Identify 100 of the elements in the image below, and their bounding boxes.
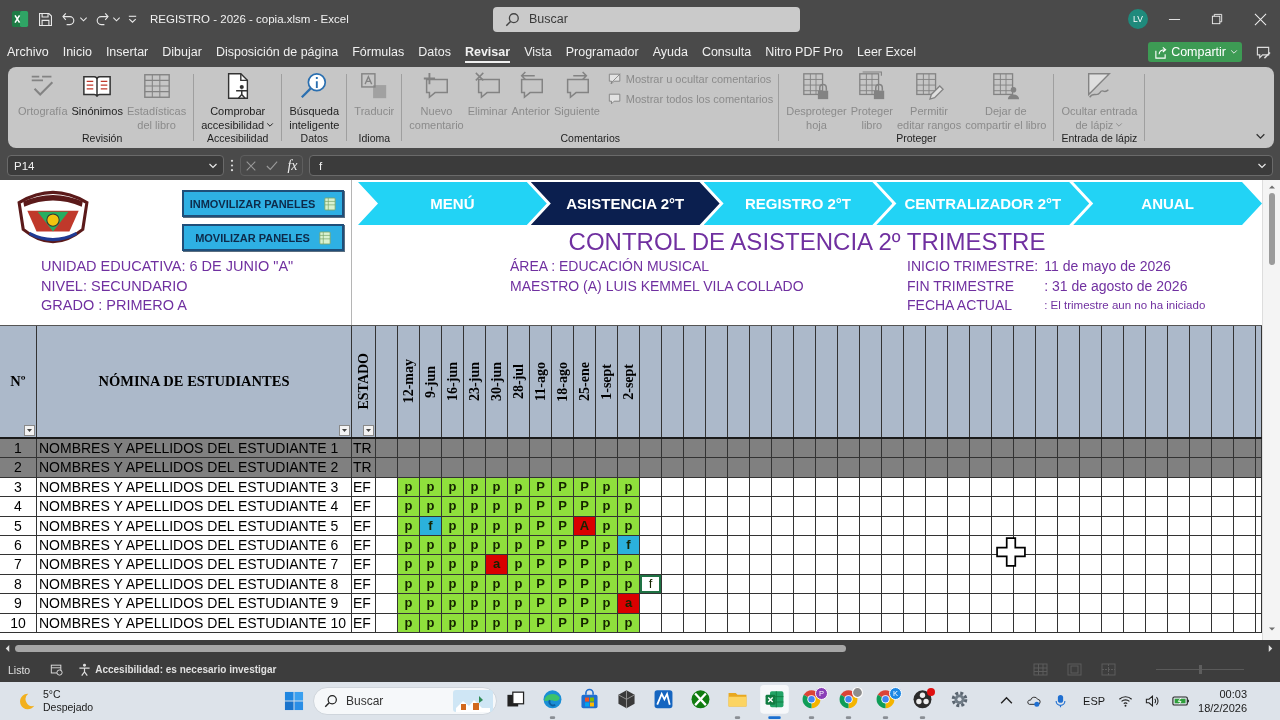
scrollbar-thumb[interactable]: [15, 645, 846, 652]
menu-tab[interactable]: Fórmulas: [352, 41, 405, 63]
attendance-cell[interactable]: p: [420, 555, 442, 574]
account-avatar[interactable]: LV: [1128, 9, 1148, 29]
panel-button[interactable]: INMOVILIZAR PANELES: [182, 190, 344, 217]
more-options-icon[interactable]: [230, 159, 234, 172]
spreadsheet-logo-icon: [11, 10, 29, 28]
scrollbar-thumb[interactable]: [1268, 193, 1275, 265]
cloud-icon[interactable]: [1026, 694, 1042, 708]
spreadsheet-icon[interactable]: [760, 685, 789, 719]
menu-tab[interactable]: Leer Excel: [857, 41, 917, 63]
attendance-cell[interactable]: P: [574, 594, 596, 613]
attendance-cell[interactable]: p: [442, 555, 464, 574]
zoom-slider-thumb[interactable]: [1199, 665, 1202, 674]
attendance-cell[interactable]: p: [398, 555, 420, 574]
attendance-cell[interactable]: p: [398, 594, 420, 613]
attendance-cell[interactable]: p: [618, 555, 640, 574]
attendance-cell[interactable]: p: [464, 555, 486, 574]
attendance-cell[interactable]: p: [420, 594, 442, 613]
comment-pen-icon[interactable]: [1256, 44, 1271, 60]
close-icon[interactable]: [1254, 12, 1267, 26]
attendance-cell[interactable]: p: [486, 497, 508, 516]
formula-input[interactable]: f: [309, 155, 1273, 176]
wifi-icon[interactable]: [1118, 694, 1134, 708]
ribbon-button[interactable]: Búsqueda inteligente: [287, 71, 342, 132]
clock-date[interactable]: 18/2/2026: [1198, 701, 1247, 715]
attendance-cell[interactable]: p: [508, 555, 530, 574]
row-number-cell: 5: [0, 516, 37, 535]
ribbon-group-label: Proteger: [896, 132, 937, 146]
ribbon-button[interactable]: Comprobar accesibilidad: [199, 71, 277, 132]
attendance-cell[interactable]: P: [552, 497, 574, 516]
restore-icon[interactable]: [1211, 12, 1224, 26]
date-column-header: 2-sept: [620, 363, 637, 400]
attendance-cell[interactable]: p: [508, 497, 530, 516]
collapse-ribbon-icon[interactable]: [1255, 131, 1266, 142]
panel-button[interactable]: MOVILIZAR PANELES: [182, 224, 344, 251]
menu-tab[interactable]: Archivo: [7, 41, 49, 63]
attendance-cell[interactable]: p: [486, 594, 508, 613]
attendance-cell[interactable]: P: [530, 594, 552, 613]
attendance-cell[interactable]: p: [442, 594, 464, 613]
scroll-left-icon[interactable]: [4, 644, 11, 653]
scroll-down-icon[interactable]: [1267, 626, 1276, 632]
attendance-cell[interactable]: P: [552, 555, 574, 574]
speaker-icon[interactable]: [1145, 694, 1161, 708]
attendance-cell[interactable]: p: [398, 497, 420, 516]
clock-time[interactable]: 00:03: [1219, 687, 1247, 701]
attendance-cell[interactable]: P: [530, 497, 552, 516]
battery-icon[interactable]: [1172, 694, 1191, 708]
input-language[interactable]: ESP: [1083, 695, 1106, 707]
menu-tab[interactable]: Datos: [418, 41, 451, 63]
scroll-up-icon[interactable]: [1267, 184, 1276, 190]
save-icon[interactable]: [37, 10, 54, 28]
insert-function-button[interactable]: fx: [287, 157, 298, 174]
taskbar-search-field[interactable]: Buscar: [313, 687, 497, 715]
workbook-lock-icon: [856, 71, 887, 101]
attendance-cell[interactable]: p: [420, 497, 442, 516]
attendance-cell[interactable]: P: [574, 497, 596, 516]
filter-dropdown-icon[interactable]: [339, 425, 350, 436]
menu-tab[interactable]: Insertar: [105, 41, 149, 63]
name-box[interactable]: P14: [7, 155, 224, 176]
attendance-cell[interactable]: p: [596, 497, 618, 516]
search-icon: [505, 11, 520, 27]
customize-toolbar-icon[interactable]: [127, 13, 138, 25]
weather-temperature[interactable]: 5°C: [43, 688, 94, 701]
start-menu-icon[interactable]: [284, 691, 304, 711]
menu-tab[interactable]: Revisar: [464, 41, 511, 63]
menu-tab[interactable]: Ayuda: [652, 41, 688, 63]
scroll-right-icon[interactable]: [1267, 644, 1274, 653]
filter-dropdown-icon[interactable]: [363, 425, 374, 436]
student-name-cell: NOMBRES Y APELLIDOS DEL ESTUDIANTE 4: [37, 497, 352, 516]
cancel-icon[interactable]: [245, 159, 258, 172]
attendance-cell[interactable]: p: [464, 497, 486, 516]
ribbon-button[interactable]: Sinónimos: [69, 71, 125, 119]
attendance-cell[interactable]: p: [618, 497, 640, 516]
menu-tab[interactable]: Dibujar: [162, 41, 202, 63]
filter-dropdown-icon[interactable]: [24, 425, 35, 436]
attendance-cell[interactable]: p: [508, 594, 530, 613]
macro-record-icon[interactable]: [50, 663, 64, 676]
sheet-nav-tab[interactable]: ASISTENCIA 2°T: [530, 182, 720, 225]
redo-icon[interactable]: [94, 11, 110, 27]
attendance-cell[interactable]: p: [596, 555, 618, 574]
attendance-cell[interactable]: P: [530, 555, 552, 574]
menu-tab[interactable]: Programador: [565, 41, 639, 63]
attendance-cell[interactable]: P: [552, 594, 574, 613]
weather-condition[interactable]: Despejado: [43, 701, 94, 714]
menu-tab[interactable]: Disposición de página: [215, 41, 339, 63]
attendance-cell[interactable]: p: [596, 594, 618, 613]
attendance-cell[interactable]: P: [574, 555, 596, 574]
menu-tab[interactable]: Nitro PDF Pro: [765, 41, 843, 63]
accessibility-status[interactable]: Accesibilidad: es necesario investigar: [95, 664, 277, 675]
attendance-cell[interactable]: p: [464, 594, 486, 613]
menu-tab[interactable]: Inicio: [62, 41, 92, 63]
accessibility-icon[interactable]: [78, 663, 92, 676]
undo-icon[interactable]: [61, 11, 77, 27]
row-number-cell: 8: [0, 574, 37, 594]
search-field[interactable]: Buscar: [493, 6, 800, 32]
attendance-cell[interactable]: p: [442, 497, 464, 516]
enter-icon[interactable]: [266, 159, 279, 172]
menu-tab[interactable]: Vista: [524, 41, 552, 63]
menu-tab[interactable]: Consulta: [701, 41, 752, 63]
